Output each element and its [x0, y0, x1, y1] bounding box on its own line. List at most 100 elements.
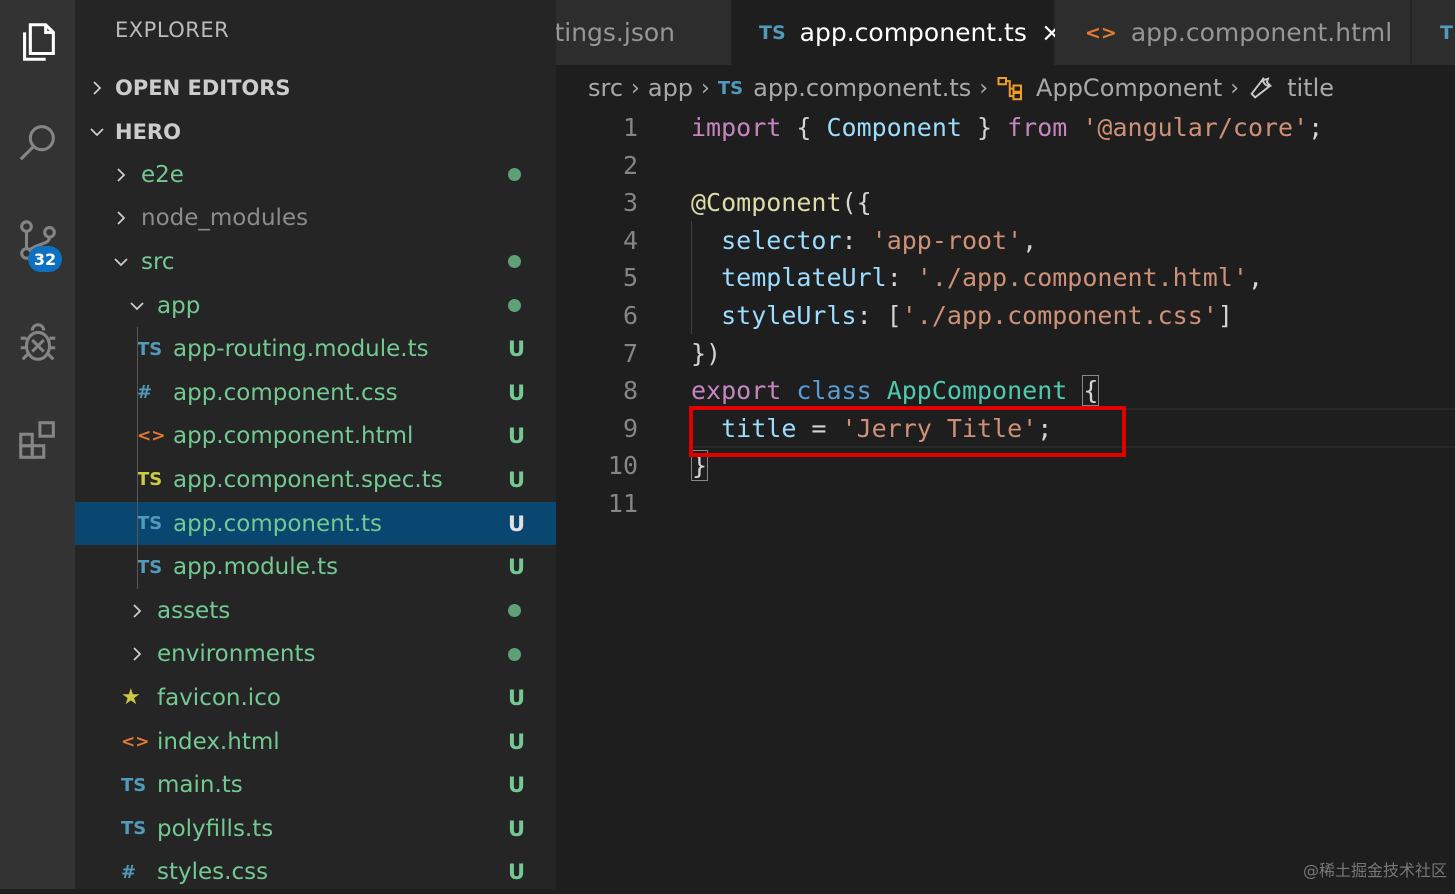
tree-item-label: app.module.ts [173, 554, 339, 581]
explorer-icon[interactable] [0, 12, 75, 72]
line-number: 1 [622, 113, 638, 142]
code-token: , [1247, 263, 1263, 293]
breadcrumb-separator: › [701, 75, 710, 101]
code-token: import [691, 113, 782, 142]
wrench-icon [1250, 76, 1273, 99]
breadcrumb-separator: › [631, 75, 640, 101]
chevron-down-icon [130, 301, 144, 310]
activity-bar: 32 [0, 0, 75, 889]
explorer-title: EXPLORER [115, 18, 230, 42]
code-line: 3 @Component({ [556, 184, 1455, 222]
code-text: export class AppComponent { [691, 372, 1100, 410]
typescript-file-icon: TS [717, 77, 744, 99]
breadcrumb-item[interactable]: app.component.ts [753, 74, 971, 102]
tree-item[interactable]: # styles.css U [75, 851, 556, 894]
line-number: 7 [622, 338, 638, 368]
code-token: selector [721, 225, 842, 255]
tab-bar: ttings.json TS app.component.ts × <> app… [556, 0, 1455, 65]
code-text: import { Component } from '@angular/core… [691, 109, 1323, 147]
tree-item[interactable]: environments [75, 633, 556, 677]
tree-item-label: styles.css [157, 859, 269, 886]
typescript-file-icon: TS [137, 338, 163, 360]
open-editors-section[interactable]: OPEN EDITORS [75, 66, 556, 110]
breadcrumb-separator: › [979, 75, 989, 101]
tree-item-label: app.component.spec.ts [173, 466, 443, 493]
breadcrumb-item[interactable]: src [588, 74, 623, 102]
tab-overflow[interactable]: T [1412, 0, 1455, 65]
code-token: '@angular/core' [1082, 113, 1309, 142]
tree-item[interactable]: ★ favicon.ico U [75, 676, 556, 720]
code-text: @Component({ [691, 184, 872, 222]
tree-item-label: app [157, 292, 201, 319]
code-token: export [691, 376, 782, 406]
code-token: } [961, 113, 1008, 142]
tab-settings-json[interactable]: ttings.json [556, 0, 732, 65]
html-file-icon: <> [137, 426, 166, 447]
tree-item[interactable]: assets [75, 589, 556, 633]
line-number: 11 [607, 489, 638, 518]
git-status-untracked: U [508, 685, 526, 710]
tree-indent-guide [137, 327, 138, 589]
tree-item[interactable]: TS app.component.spec.ts U [75, 458, 556, 502]
breadcrumb-item[interactable]: title [1287, 74, 1334, 102]
code-token: { [1082, 375, 1100, 407]
tree-item[interactable]: <> app.component.html U [75, 415, 556, 459]
tree-item[interactable]: TS polyfills.ts U [75, 807, 556, 851]
extensions-icon[interactable] [0, 410, 75, 470]
annotation-highlight-box [689, 406, 1126, 457]
typescript-file-icon: TS [137, 513, 163, 535]
code-token: 'app-root' [871, 225, 1023, 255]
code-text: }) [691, 335, 721, 373]
code-text: styleUrls: ['./app.component.css'] [691, 297, 1233, 335]
code-token: from [1007, 113, 1068, 142]
tree-item[interactable]: e2e [75, 153, 556, 197]
git-status-untracked: U [508, 729, 526, 754]
code-editor[interactable]: 1 import { Component } from '@angular/cor… [556, 108, 1455, 889]
breadcrumb-separator: › [1230, 75, 1240, 101]
tree-item-label: app.component.html [173, 423, 414, 450]
code-token: templateUrl [721, 263, 887, 293]
line-number: 5 [622, 263, 638, 293]
code-line: 4 selector: 'app-root', [556, 222, 1455, 260]
git-status-untracked: U [508, 860, 526, 885]
code-line: 2 [556, 147, 1455, 185]
debug-icon[interactable] [0, 312, 75, 372]
code-token: './app.component.css' [901, 301, 1218, 330]
code-token: ({ [841, 188, 872, 218]
breadcrumb-item[interactable]: app [648, 74, 693, 102]
tree-item-label: src [141, 248, 175, 275]
search-icon[interactable] [0, 112, 75, 172]
code-token: , [1022, 225, 1038, 255]
tree-item[interactable]: TS app-routing.module.ts U [75, 327, 556, 371]
tree-item[interactable]: TS app.component.ts U [75, 501, 556, 546]
chevron-right-icon [133, 647, 142, 662]
tab-label: app.component.ts [799, 18, 1027, 47]
code-token: }) [691, 338, 722, 368]
tree-item[interactable]: app [75, 284, 556, 328]
tree-item[interactable]: node_modules [75, 197, 556, 241]
project-section[interactable]: HERO [75, 110, 556, 154]
tree-item[interactable]: src [75, 240, 556, 284]
tab-app-component-html[interactable]: <> app.component.html [1055, 0, 1411, 65]
tab-app-component-ts[interactable]: TS app.component.ts × [732, 0, 1063, 65]
breadcrumb-item[interactable]: AppComponent [1036, 74, 1222, 102]
tree-item[interactable]: # app.component.css U [75, 371, 556, 415]
tree-item-label: polyfills.ts [157, 815, 274, 842]
git-status-untracked: U [508, 511, 526, 536]
tree-item[interactable]: TS app.module.ts U [75, 545, 556, 589]
code-token: Component [826, 113, 962, 142]
tab-label: ttings.json [556, 18, 675, 47]
tree-item[interactable]: TS main.ts U [75, 763, 556, 807]
css-file-icon: # [121, 861, 137, 883]
code-text: templateUrl: './app.component.html', [691, 259, 1263, 297]
chevron-right-icon [117, 211, 126, 226]
git-status-untracked: U [508, 555, 526, 580]
typescript-file-icon: TS [137, 556, 163, 578]
tree-item[interactable]: <> index.html U [75, 720, 556, 764]
code-token: : [886, 263, 917, 293]
code-line: 1 import { Component } from '@angular/cor… [556, 109, 1455, 147]
